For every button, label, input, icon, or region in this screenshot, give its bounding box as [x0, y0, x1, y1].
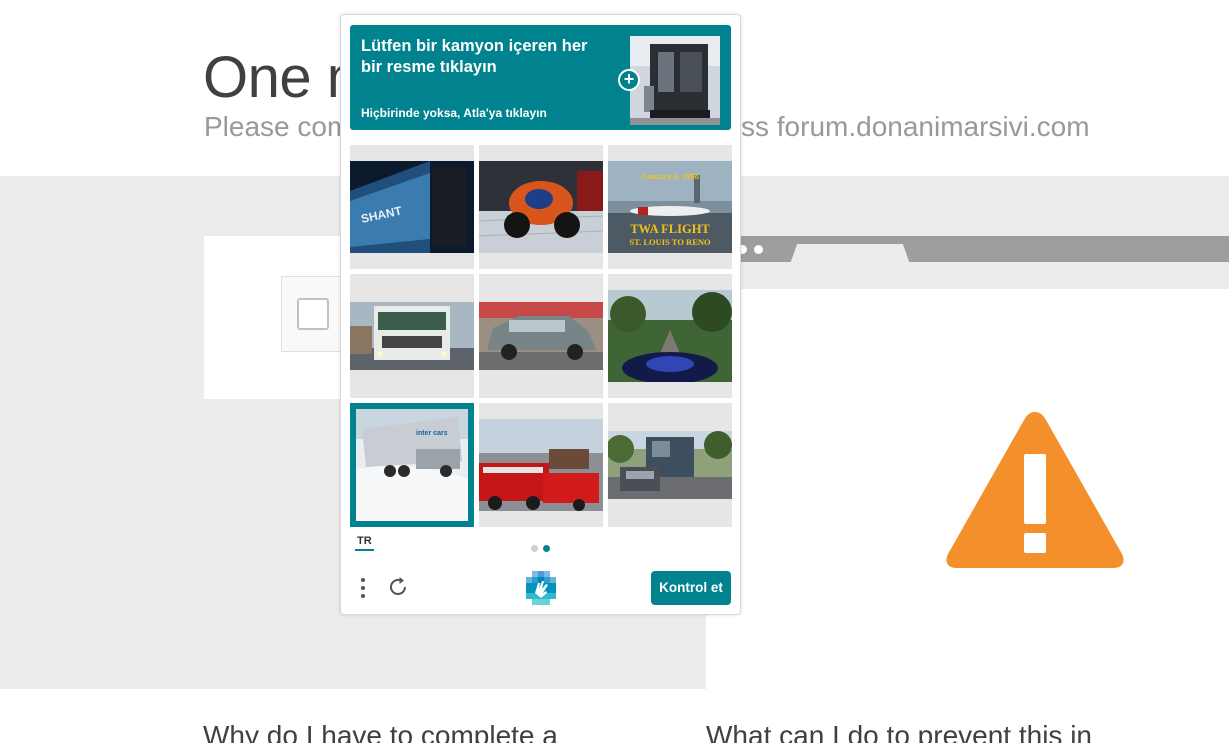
tile-8[interactable]: [479, 403, 603, 527]
svg-text:inter cars: inter cars: [416, 430, 448, 437]
browser-illustration-tab: [790, 244, 910, 264]
captcha-prompt-text: Lütfen bir kamyon içeren her bir resme t…: [361, 37, 588, 76]
faq-heading-why: Why do I have to complete a: [203, 720, 558, 743]
tile-3-title-label: TWA FLIGHT: [630, 222, 710, 236]
captcha-prompt-header: Lütfen bir kamyon içeren her bir resme t…: [350, 25, 731, 130]
refresh-icon[interactable]: [386, 575, 410, 599]
page-dot: [531, 545, 538, 552]
language-selector[interactable]: TR: [355, 535, 374, 551]
tile-5[interactable]: [479, 274, 603, 398]
faq-heading-prevent: What can I do to prevent this in: [706, 720, 1092, 743]
tile-9[interactable]: [608, 403, 732, 527]
captcha-skip-hint: Hiçbirinde yoksa, Atla'ya tıklayın: [361, 106, 547, 120]
captcha-checkbox[interactable]: [297, 298, 329, 330]
page-subtitle-left: Please com: [204, 111, 351, 142]
hcaptcha-logo-icon: [526, 571, 556, 605]
tile-1[interactable]: SHANT: [350, 145, 474, 269]
menu-icon[interactable]: [359, 575, 367, 601]
warning-icon: [946, 412, 1124, 568]
page: One m Please com ss forum.donanimarsivi.…: [0, 0, 1229, 743]
tile-6[interactable]: [608, 274, 732, 398]
tile-3-route-label: ST. LOUIS TO RENO: [629, 237, 711, 247]
browser-illustration-bar: [706, 236, 1229, 262]
browser-dot-icon: [754, 245, 763, 254]
page-subtitle-right: ss forum.donanimarsivi.com: [741, 111, 1090, 142]
tile-4[interactable]: [350, 274, 474, 398]
captcha-challenge-panel: Lütfen bir kamyon içeren her bir resme t…: [340, 14, 741, 615]
tile-3-date-label: January 6, 1998: [641, 171, 699, 181]
tile-2[interactable]: [479, 145, 603, 269]
page-dot-active: [543, 545, 550, 552]
browser-illustration-toolbar: [706, 262, 1229, 289]
tile-3[interactable]: January 6, 1998 TWA FLIGHT ST. LOUIS TO …: [608, 145, 732, 269]
plus-icon[interactable]: +: [618, 69, 640, 91]
tile-7[interactable]: inter cars: [350, 403, 474, 527]
truck-example-image[interactable]: [630, 36, 720, 125]
submit-button[interactable]: Kontrol et: [651, 571, 731, 605]
